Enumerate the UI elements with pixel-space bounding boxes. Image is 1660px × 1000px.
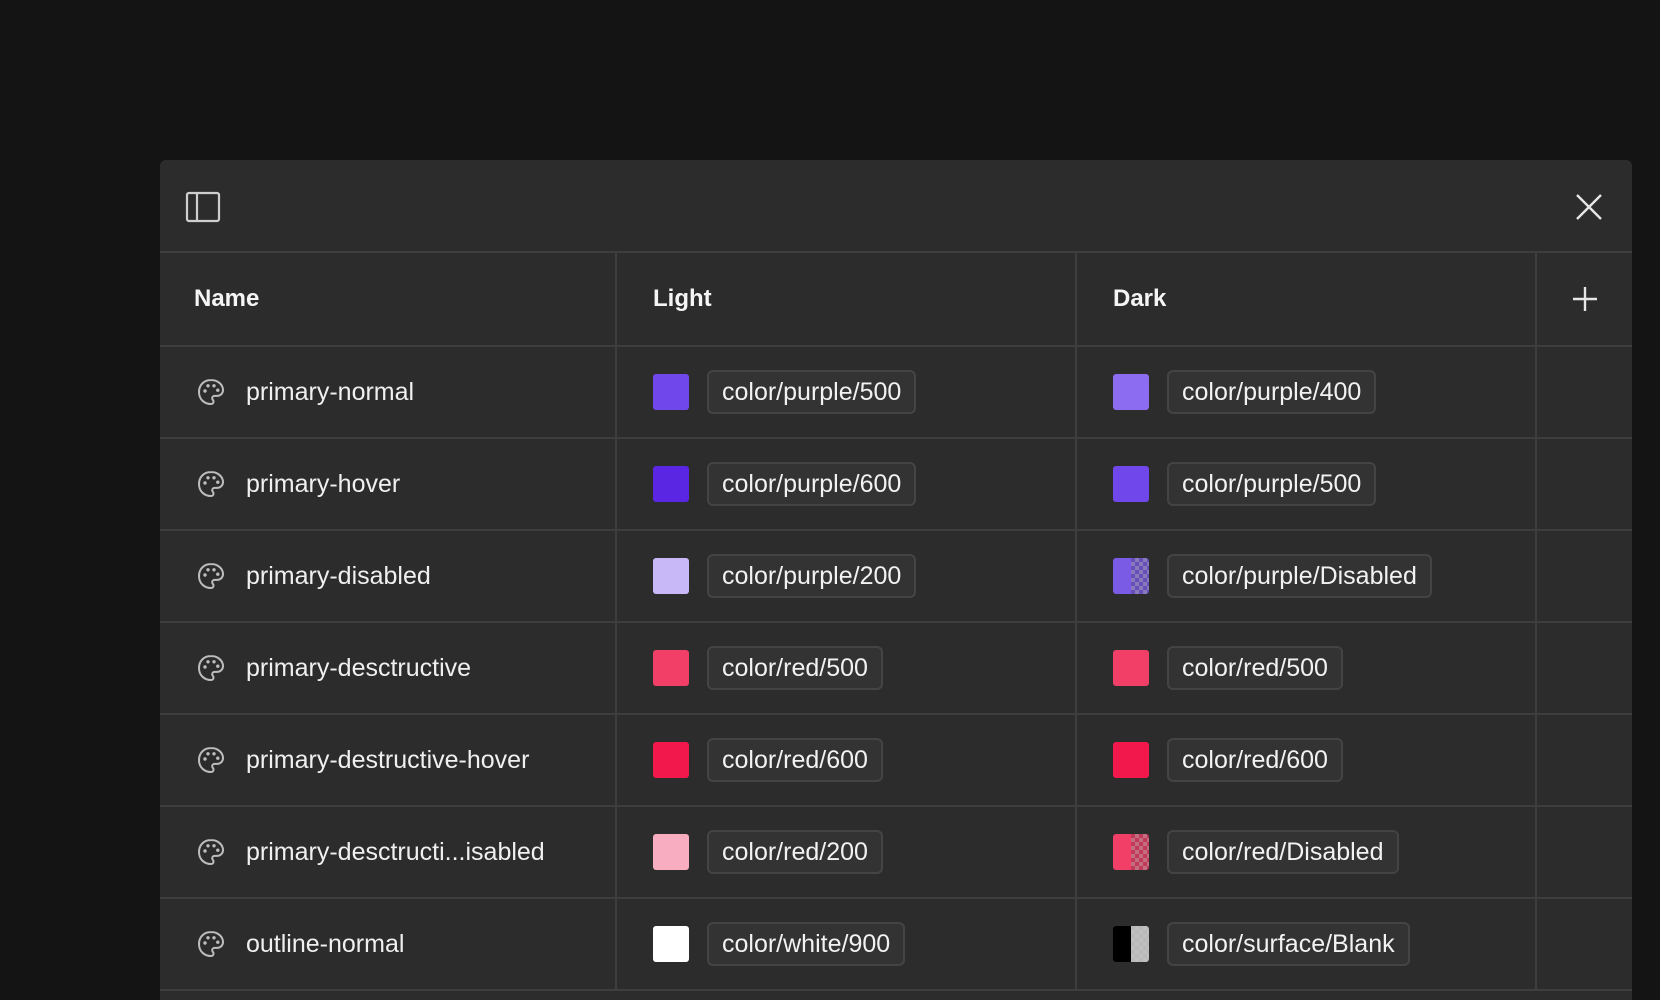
variables-table-body: primary-normal color/purple/500 color/pu…: [160, 347, 1632, 991]
variable-name-cell[interactable]: primary-desctructive: [160, 623, 617, 713]
palette-icon: [197, 378, 225, 406]
column-header-light[interactable]: Light: [617, 253, 1077, 345]
dark-color-swatch[interactable]: [1113, 466, 1149, 502]
table-row[interactable]: outline-normal color/white/900 color/sur…: [160, 899, 1632, 991]
dark-value-cell[interactable]: color/purple/400: [1077, 347, 1537, 437]
dark-alias-pill[interactable]: color/red/Disabled: [1167, 830, 1399, 874]
light-value-cell[interactable]: color/red/200: [617, 807, 1077, 897]
dark-color-swatch[interactable]: [1113, 926, 1149, 962]
variable-name: primary-normal: [246, 377, 415, 406]
variable-name: primary-destructive-hover: [246, 745, 530, 774]
dark-color-swatch[interactable]: [1113, 650, 1149, 686]
empty-mode-cell: [1537, 899, 1632, 989]
palette-icon: [197, 470, 225, 498]
palette-icon: [197, 838, 225, 866]
dark-alias-pill[interactable]: color/red/500: [1167, 646, 1343, 690]
light-value-cell[interactable]: color/purple/500: [617, 347, 1077, 437]
table-row[interactable]: primary-disabled color/purple/200 color/…: [160, 531, 1632, 623]
light-value-cell[interactable]: color/red/500: [617, 623, 1077, 713]
dark-alias-pill[interactable]: color/red/600: [1167, 738, 1343, 782]
dark-value-cell[interactable]: color/red/500: [1077, 623, 1537, 713]
variable-name-cell[interactable]: primary-destructive-hover: [160, 715, 617, 805]
variable-name: outline-normal: [246, 929, 405, 958]
close-icon: [1576, 194, 1602, 220]
dark-color-swatch[interactable]: [1113, 742, 1149, 778]
empty-mode-cell: [1537, 347, 1632, 437]
palette-icon: [197, 562, 225, 590]
light-value-cell[interactable]: color/purple/200: [617, 531, 1077, 621]
dark-color-swatch[interactable]: [1113, 374, 1149, 410]
table-header: Name Light Dark: [160, 253, 1632, 347]
dark-value-cell[interactable]: color/red/Disabled: [1077, 807, 1537, 897]
light-alias-pill[interactable]: color/purple/600: [707, 462, 917, 506]
dark-color-swatch[interactable]: [1113, 834, 1149, 870]
empty-mode-cell: [1537, 715, 1632, 805]
light-color-swatch[interactable]: [653, 558, 689, 594]
close-button[interactable]: [1569, 187, 1609, 227]
light-alias-pill[interactable]: color/purple/500: [707, 370, 917, 414]
light-alias-pill[interactable]: color/purple/200: [707, 554, 917, 598]
palette-icon: [197, 930, 225, 958]
dark-alias-pill[interactable]: color/purple/500: [1167, 462, 1377, 506]
dark-alias-pill[interactable]: color/purple/Disabled: [1167, 554, 1432, 598]
sidebar-toggle-button[interactable]: [183, 187, 223, 227]
light-color-swatch[interactable]: [653, 374, 689, 410]
table-row[interactable]: primary-normal color/purple/500 color/pu…: [160, 347, 1632, 439]
variable-name-cell[interactable]: primary-desctructi...isabled: [160, 807, 617, 897]
table-row[interactable]: primary-desctructive color/red/500 color…: [160, 623, 1632, 715]
empty-mode-cell: [1537, 623, 1632, 713]
variable-name: primary-disabled: [246, 561, 431, 590]
light-alias-pill[interactable]: color/red/200: [707, 830, 883, 874]
dark-alias-pill[interactable]: color/surface/Blank: [1167, 922, 1410, 966]
empty-mode-cell: [1537, 439, 1632, 529]
light-color-swatch[interactable]: [653, 926, 689, 962]
dark-color-swatch[interactable]: [1113, 558, 1149, 594]
light-alias-pill[interactable]: color/red/500: [707, 646, 883, 690]
add-mode-cell: [1537, 253, 1632, 345]
empty-mode-cell: [1537, 531, 1632, 621]
variable-name: primary-desctructi...isabled: [246, 837, 545, 866]
table-row[interactable]: primary-desctructi...isabled color/red/2…: [160, 807, 1632, 899]
dark-value-cell[interactable]: color/purple/500: [1077, 439, 1537, 529]
dark-value-cell[interactable]: color/surface/Blank: [1077, 899, 1537, 989]
empty-mode-cell: [1537, 807, 1632, 897]
light-value-cell[interactable]: color/purple/600: [617, 439, 1077, 529]
variable-name-cell[interactable]: outline-normal: [160, 899, 617, 989]
dark-value-cell[interactable]: color/red/600: [1077, 715, 1537, 805]
column-header-dark[interactable]: Dark: [1077, 253, 1537, 345]
panel-toolbar: [160, 160, 1632, 253]
dark-alias-pill[interactable]: color/purple/400: [1167, 370, 1377, 414]
add-mode-button[interactable]: [1565, 279, 1605, 319]
variable-name: primary-hover: [246, 469, 401, 498]
palette-icon: [197, 654, 225, 682]
light-color-swatch[interactable]: [653, 834, 689, 870]
variable-name: primary-desctructive: [246, 653, 472, 682]
dark-value-cell[interactable]: color/purple/Disabled: [1077, 531, 1537, 621]
light-color-swatch[interactable]: [653, 466, 689, 502]
light-color-swatch[interactable]: [653, 742, 689, 778]
palette-icon: [197, 746, 225, 774]
sidebar-toggle-icon: [185, 191, 221, 223]
column-header-name: Name: [160, 253, 617, 345]
table-row[interactable]: primary-hover color/purple/600 color/pur…: [160, 439, 1632, 531]
variable-name-cell[interactable]: primary-hover: [160, 439, 617, 529]
variables-panel: Name Light Dark primary-normal color/pur…: [160, 160, 1632, 1000]
table-row[interactable]: primary-destructive-hover color/red/600 …: [160, 715, 1632, 807]
light-value-cell[interactable]: color/white/900: [617, 899, 1077, 989]
variable-name-cell[interactable]: primary-normal: [160, 347, 617, 437]
light-color-swatch[interactable]: [653, 650, 689, 686]
light-value-cell[interactable]: color/red/600: [617, 715, 1077, 805]
light-alias-pill[interactable]: color/white/900: [707, 922, 906, 966]
light-alias-pill[interactable]: color/red/600: [707, 738, 883, 782]
variable-name-cell[interactable]: primary-disabled: [160, 531, 617, 621]
plus-icon: [1572, 287, 1597, 311]
